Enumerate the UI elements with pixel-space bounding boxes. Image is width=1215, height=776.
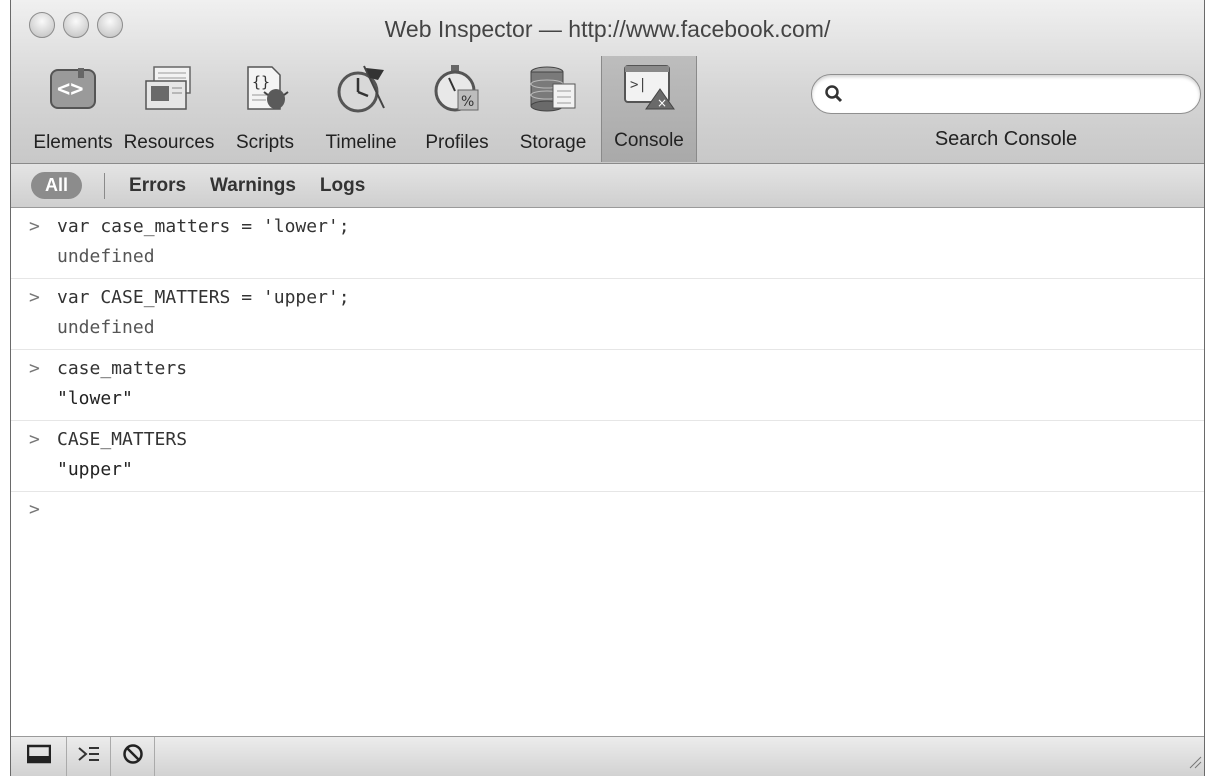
tab-scripts[interactable]: {} Scripts (217, 58, 313, 162)
web-inspector-window: Web Inspector — http://www.facebook.com/… (10, 0, 1205, 776)
tab-storage[interactable]: Storage (505, 58, 601, 162)
search-field[interactable] (811, 74, 1201, 114)
elements-icon: <> (46, 64, 100, 114)
search-input[interactable] (852, 80, 1186, 110)
filter-bar: All Errors Warnings Logs (11, 164, 1204, 208)
console-output[interactable]: > var case_matters = 'lower'; undefined >… (11, 208, 1204, 736)
resize-grip-icon[interactable] (1188, 755, 1202, 774)
dock-icon (26, 744, 51, 769)
command-text: var case_matters = 'lower'; (57, 216, 350, 237)
clear-console-button[interactable] (111, 737, 155, 776)
console-entry: > var CASE_MATTERS = 'upper'; undefined (11, 279, 1204, 350)
tab-label: Elements (33, 132, 113, 153)
console-drawer-button[interactable] (67, 737, 111, 776)
tab-label: Scripts (235, 132, 295, 153)
filter-logs[interactable]: Logs (320, 175, 365, 197)
svg-text:%: % (461, 94, 474, 110)
tab-label: Profiles (425, 132, 489, 153)
status-bar (11, 736, 1204, 776)
resources-icon (142, 64, 196, 114)
console-entry: > CASE_MATTERS "upper" (11, 421, 1204, 492)
tab-label: Console (614, 130, 684, 151)
console-drawer-icon (77, 744, 101, 769)
search-label: Search Console (934, 128, 1078, 150)
window-title: Web Inspector — http://www.facebook.com/ (384, 16, 831, 42)
console-entry: > case_matters "lower" (11, 350, 1204, 421)
dock-button[interactable] (11, 737, 67, 776)
console-result: "upper" (57, 459, 133, 480)
prompt-chevron: > (29, 499, 40, 520)
filter-separator (104, 172, 106, 199)
filter-errors[interactable]: Errors (129, 175, 186, 197)
storage-icon (526, 64, 580, 114)
console-result: undefined (57, 317, 155, 338)
profiles-icon: % (430, 64, 484, 114)
prompt-chevron: > (29, 216, 40, 237)
command-text: case_matters (57, 358, 188, 379)
search-console: Search Console (811, 74, 1201, 151)
console-result: "lower" (57, 388, 133, 409)
console-entry: > var case_matters = 'lower'; undefined (11, 208, 1204, 279)
console-command: > CASE_MATTERS (11, 425, 1204, 455)
tab-console[interactable]: >| × Console (601, 56, 697, 162)
svg-text:{}: {} (252, 73, 270, 91)
console-command: > var case_matters = 'lower'; (11, 212, 1204, 242)
tab-profiles[interactable]: % Profiles (409, 58, 505, 162)
tab-elements[interactable]: <> Elements (25, 58, 121, 162)
console-prompt-input[interactable]: > (11, 492, 1204, 528)
console-icon: >| × (622, 62, 676, 112)
search-icon (824, 84, 844, 109)
clear-console-icon (121, 742, 145, 771)
console-command: > var CASE_MATTERS = 'upper'; (11, 283, 1204, 313)
tab-label: Resources (123, 132, 215, 153)
prompt-chevron: > (29, 287, 40, 308)
filter-all[interactable]: All (31, 172, 83, 199)
command-text: var CASE_MATTERS = 'upper'; (57, 287, 350, 308)
filter-warnings[interactable]: Warnings (210, 175, 296, 197)
tab-label: Timeline (325, 132, 397, 153)
scripts-icon: {} (238, 64, 292, 114)
prompt-chevron: > (29, 358, 40, 379)
console-command: > case_matters (11, 354, 1204, 384)
tab-timeline[interactable]: Timeline (313, 58, 409, 162)
panel-tabs: <> Elements Resources {} Scripts Timelin… (25, 56, 697, 162)
toolbar: Web Inspector — http://www.facebook.com/… (11, 0, 1204, 164)
svg-text:>|: >| (630, 77, 647, 93)
tab-label: Storage (519, 132, 587, 153)
svg-text:×: × (657, 96, 667, 110)
console-result: undefined (57, 246, 155, 267)
timeline-icon (334, 64, 388, 114)
tab-resources[interactable]: Resources (121, 58, 217, 162)
command-text: CASE_MATTERS (57, 429, 188, 450)
prompt-chevron: > (29, 429, 40, 450)
svg-text:<>: <> (57, 77, 84, 102)
